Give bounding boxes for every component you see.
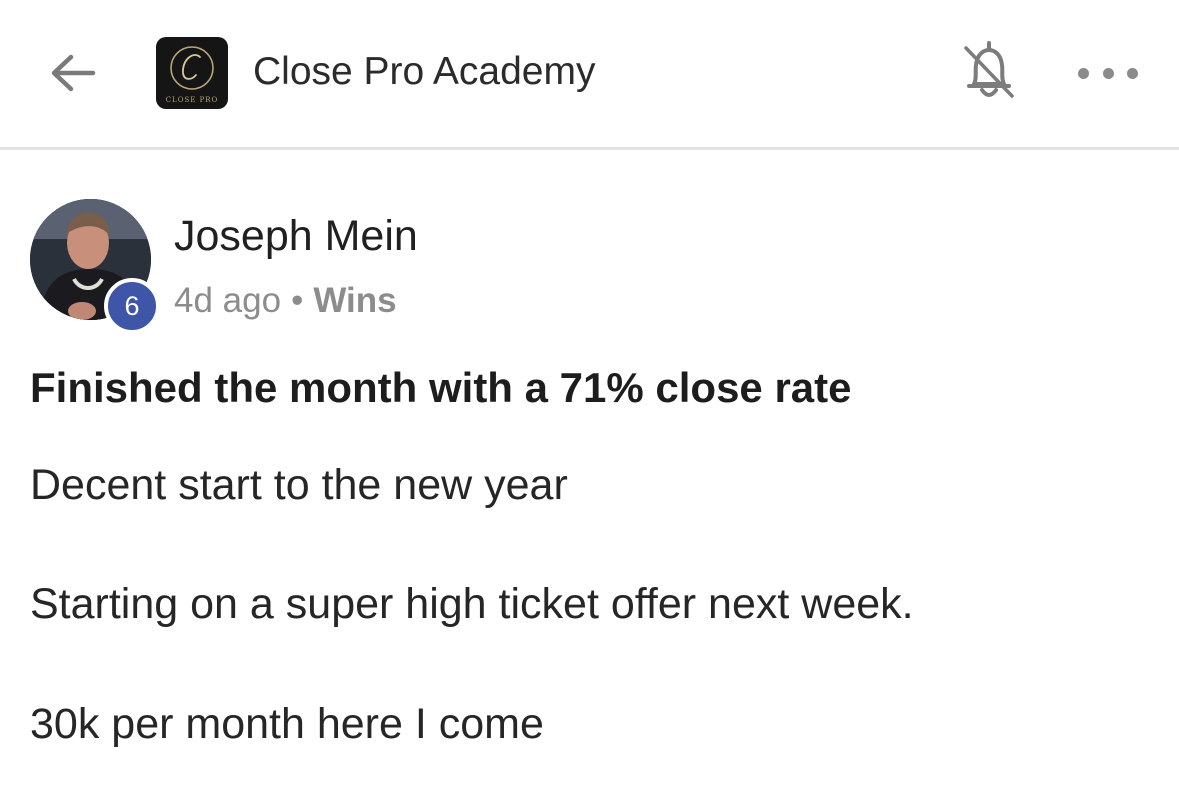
post-body-line: Starting on a super high ticket offer ne… <box>30 580 914 628</box>
more-dot <box>1078 67 1089 79</box>
top-bar: CLOSE PRO Close Pro Academy <box>0 0 1179 150</box>
post-meta: 4d ago • Wins <box>174 280 397 322</box>
post-body-line: 30k per month here I come <box>30 700 544 748</box>
post-body-line: Decent start to the new year <box>30 461 568 509</box>
more-dot <box>1127 67 1138 79</box>
author-name[interactable]: Joseph Mein <box>174 210 418 262</box>
notifications-button[interactable] <box>960 40 1018 104</box>
post-time: 4d ago <box>174 281 282 320</box>
meta-separator: • <box>291 281 304 320</box>
level-badge: 6 <box>104 278 160 334</box>
bell-off-icon <box>964 41 1014 98</box>
back-button[interactable] <box>46 48 100 98</box>
more-options-button[interactable] <box>1078 58 1138 88</box>
post-screen: CLOSE PRO Close Pro Academy 6 Joseph Mei… <box>0 0 1179 793</box>
arrow-left-icon <box>51 54 96 92</box>
more-dot <box>1102 67 1114 79</box>
logo-text: CLOSE PRO <box>165 96 219 104</box>
post-title: Finished the month with a 71% close rate <box>30 364 852 411</box>
post-category[interactable]: Wins <box>313 281 396 320</box>
group-title[interactable]: Close Pro Academy <box>253 48 596 96</box>
group-logo[interactable]: CLOSE PRO <box>156 37 228 109</box>
